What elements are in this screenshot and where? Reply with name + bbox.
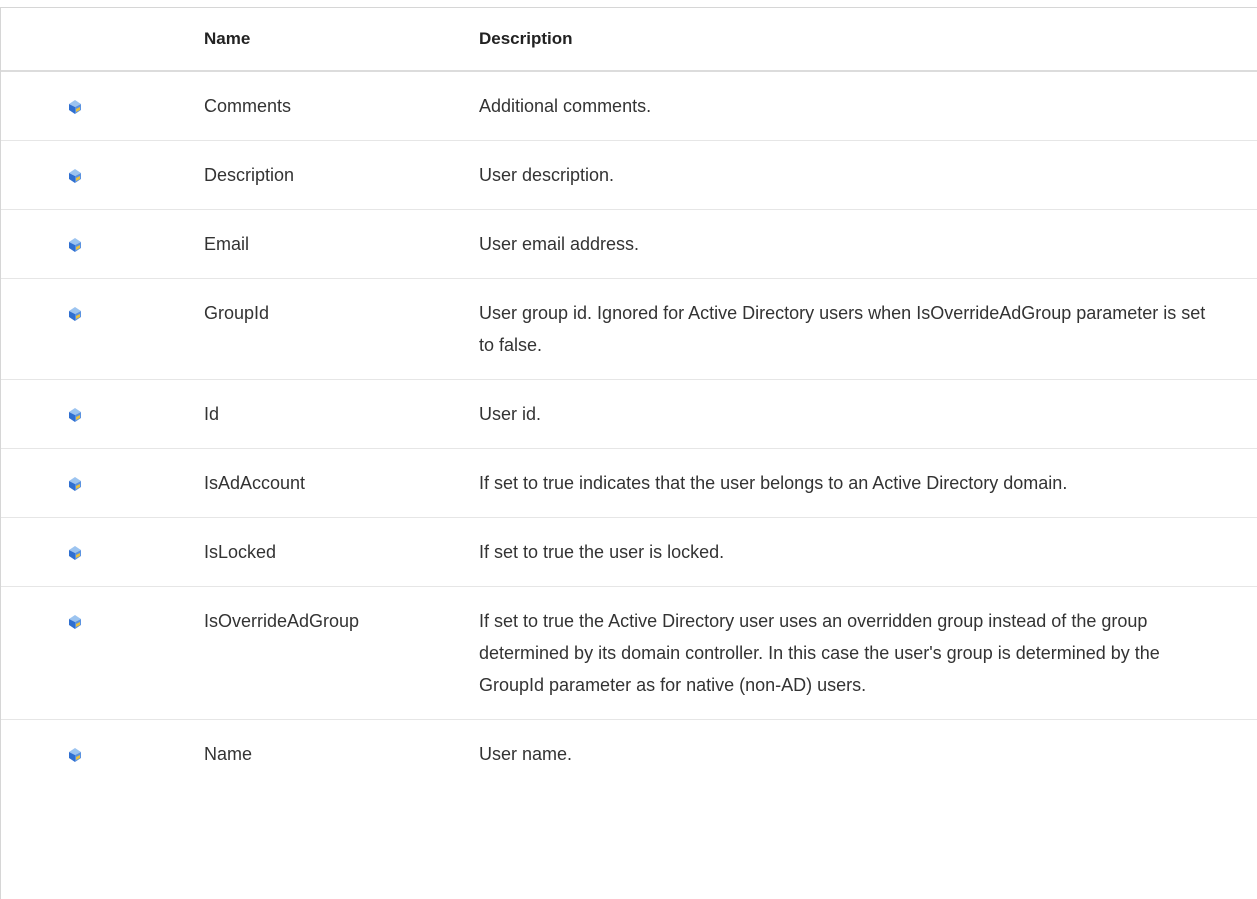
property-description: If set to true indicates that the user b… (479, 448, 1257, 518)
icon-cell (1, 379, 204, 449)
table-row: GroupId User group id. Ignored for Active… (1, 278, 1257, 380)
icon-cell (1, 209, 204, 279)
icon-column-header (1, 8, 204, 72)
table-row: Name User name. (1, 720, 1257, 789)
property-name: Description (204, 140, 479, 210)
icon-cell (1, 720, 204, 789)
property-icon (69, 477, 81, 491)
property-description: User group id. Ignored for Active Direct… (479, 278, 1257, 380)
property-name: Name (204, 744, 253, 764)
property-name: GroupId (204, 278, 479, 380)
table-header-row: Name Description (1, 8, 1257, 72)
property-description: If set to true the user is locked. (479, 517, 1257, 587)
property-name: Id (204, 379, 479, 449)
property-icon (69, 408, 81, 422)
property-description: Additional comments. (479, 71, 1257, 141)
table-row: Description User description. (1, 140, 1257, 210)
property-description: User description. (479, 140, 1257, 210)
properties-table: Name Description Comments Additional comm… (1, 8, 1257, 788)
icon-cell (1, 517, 204, 587)
icon-cell (1, 448, 204, 518)
property-description: User email address. (479, 209, 1257, 279)
icon-cell (1, 586, 204, 720)
property-description: User id. (479, 379, 1257, 449)
table-row: IsOverrideAdGroup If set to true the Acti… (1, 586, 1257, 720)
table-row: Comments Additional comments. (1, 71, 1257, 141)
property-icon (69, 307, 81, 321)
property-name: IsLocked (204, 517, 479, 587)
property-description: User name. (479, 744, 573, 764)
icon-cell (1, 71, 204, 141)
icon-cell (1, 278, 204, 380)
property-icon (69, 748, 81, 762)
icon-cell (1, 140, 204, 210)
property-description: If set to true the Active Directory user… (479, 586, 1257, 720)
property-icon (69, 169, 81, 183)
property-icon (69, 615, 81, 629)
table-row: IsAdAccount If set to true indicates that… (1, 448, 1257, 518)
property-name: Comments (204, 71, 479, 141)
property-icon (69, 238, 81, 252)
table-row: IsLocked If set to true the user is locke… (1, 517, 1257, 587)
property-icon (69, 100, 81, 114)
property-name: IsOverrideAdGroup (204, 586, 479, 720)
name-column-header: Name (204, 8, 479, 72)
members-table-frame: Name Description Comments Additional comm… (0, 7, 1257, 899)
property-name: IsAdAccount (204, 448, 479, 518)
table-row: Id User id. (1, 379, 1257, 449)
description-column-header: Description (479, 8, 1257, 72)
property-icon (69, 546, 81, 560)
table-row: Email User email address. (1, 209, 1257, 279)
property-name: Email (204, 209, 479, 279)
